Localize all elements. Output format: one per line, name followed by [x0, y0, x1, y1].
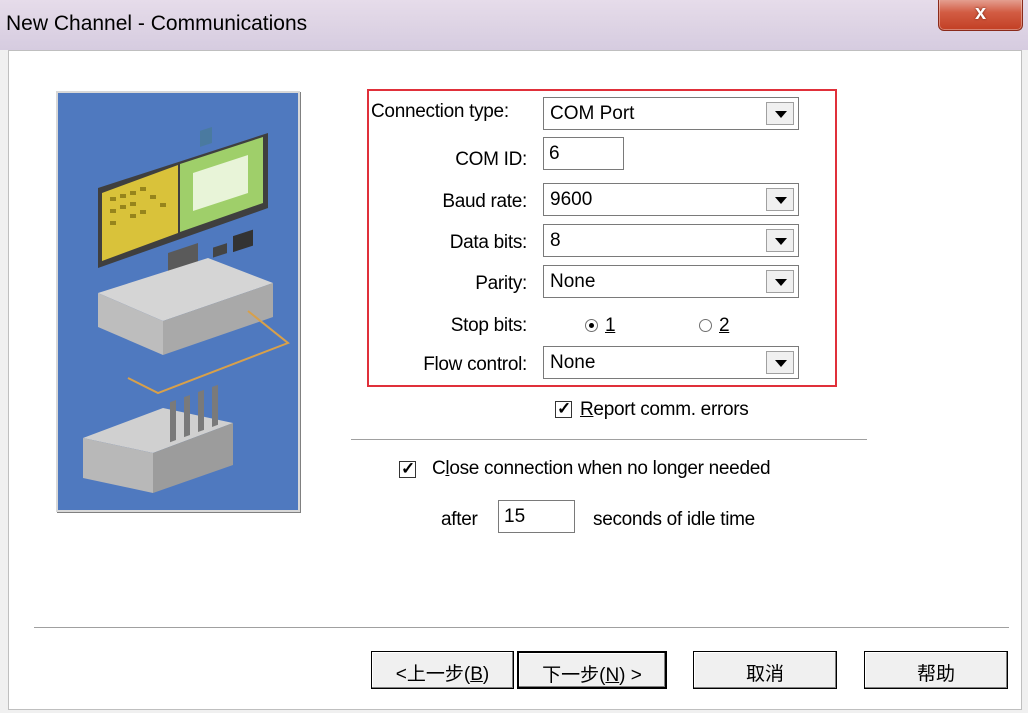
data-bits-value: 8 — [550, 230, 561, 251]
connection-type-label: Connection type: — [371, 101, 509, 122]
stop-bits-radio-1[interactable] — [585, 319, 598, 332]
baud-rate-value: 9600 — [550, 189, 593, 210]
chevron-down-icon[interactable] — [766, 229, 794, 252]
checkmark-icon: ✓ — [401, 459, 416, 478]
close-button[interactable]: x — [938, 0, 1023, 31]
com-id-label: COM ID: — [455, 149, 527, 170]
checkmark-icon: ✓ — [557, 399, 572, 418]
com-id-field[interactable]: 6 — [543, 137, 624, 170]
baud-rate-label: Baud rate: — [442, 191, 527, 212]
close-connection-checkbox[interactable]: ✓ — [399, 459, 416, 478]
connection-type-select[interactable]: COM Port — [543, 97, 799, 130]
stop-bits-label: Stop bits: — [450, 315, 528, 336]
stop-bits-option-2-label: 2 — [719, 315, 730, 336]
com-id-value: 6 — [549, 143, 560, 164]
chevron-down-icon[interactable] — [766, 188, 794, 211]
data-bits-label: Data bits: — [449, 232, 528, 253]
parity-label: Parity: — [475, 273, 527, 294]
chevron-down-icon[interactable] — [766, 351, 794, 374]
chevron-down-icon[interactable] — [766, 102, 794, 125]
stop-bits-option-1-label: 1 — [605, 315, 616, 336]
close-connection-label: Close connection when no longer needed — [432, 458, 771, 479]
stop-bits-radio-2[interactable] — [699, 319, 712, 332]
report-errors-label: Report comm. errors — [580, 399, 749, 420]
flow-control-value: None — [550, 352, 596, 373]
parity-value: None — [550, 271, 596, 292]
chevron-down-icon[interactable] — [766, 270, 794, 293]
idle-suffix-label: seconds of idle time — [593, 509, 755, 530]
next-button[interactable]: 下一步(N) > — [517, 651, 667, 689]
data-bits-select[interactable]: 8 — [543, 224, 799, 257]
idle-prefix-label: after — [441, 509, 478, 530]
bottom-separator — [34, 627, 1009, 629]
help-button[interactable]: 帮助 — [864, 651, 1008, 689]
flow-control-label: Flow control: — [423, 354, 527, 375]
report-errors-checkbox[interactable]: ✓ — [555, 399, 572, 418]
parity-select[interactable]: None — [543, 265, 799, 298]
separator — [351, 439, 867, 441]
idle-seconds-value: 15 — [504, 506, 526, 527]
dialog-client-area: Connection type: COM Port COM ID: 6 Baud… — [8, 50, 1022, 710]
wizard-illustration — [56, 91, 300, 512]
cancel-button[interactable]: 取消 — [693, 651, 837, 689]
computer-plc-illustration-icon — [58, 93, 298, 510]
idle-seconds-field[interactable]: 15 — [498, 500, 575, 533]
flow-control-select[interactable]: None — [543, 346, 799, 379]
baud-rate-select[interactable]: 9600 — [543, 183, 799, 216]
window-title: New Channel - Communications — [6, 12, 308, 35]
title-bar: New Channel - Communications x — [0, 0, 1028, 50]
connection-type-value: COM Port — [550, 103, 635, 124]
back-button[interactable]: <上一步(B) — [371, 651, 514, 689]
close-icon: x — [974, 2, 987, 24]
